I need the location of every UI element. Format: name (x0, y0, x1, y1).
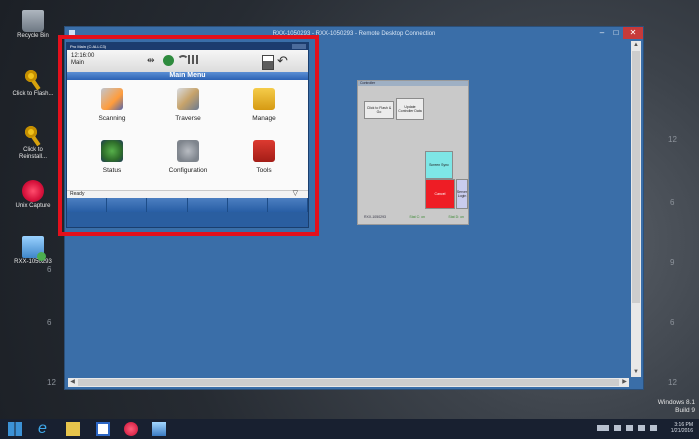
panel-title: Controller (358, 81, 468, 86)
office-icon[interactable] (96, 422, 110, 436)
system-tray-icons (597, 425, 657, 431)
panel-stat-d: Stat D: on (448, 215, 464, 219)
network-icon[interactable] (638, 425, 645, 431)
desktop-icon-label: Unix Capture (15, 203, 51, 209)
desktop-icon-recycle-bin[interactable]: Recycle Bin (12, 10, 54, 40)
key-icon (22, 124, 44, 146)
flag-icon[interactable] (626, 425, 633, 431)
desktop-icon-remote-pc[interactable]: RXX-1050293 (12, 236, 54, 266)
scroll-down-arrow-icon[interactable]: ▼ (631, 368, 641, 377)
keyboard-icon[interactable] (597, 425, 609, 431)
scroll-right-arrow-icon[interactable]: ▶ (620, 378, 629, 387)
dial-number: 6 (670, 318, 675, 327)
scroll-left-arrow-icon[interactable]: ◀ (68, 378, 77, 387)
key-icon (22, 68, 44, 90)
tray-date: 1/21/2016 (670, 428, 693, 434)
dial-number: 6 (47, 318, 52, 327)
desktop-icon-label: Click to Flash... (12, 91, 54, 97)
cancel-button[interactable]: Cancel (425, 179, 455, 209)
capture-app-icon[interactable] (124, 422, 138, 436)
capture-icon (22, 180, 44, 202)
close-button[interactable]: ✕ (623, 27, 643, 39)
remote-desktop-taskbar-icon[interactable] (152, 422, 166, 436)
os-watermark: Windows 8.1 Build 9 (658, 399, 695, 415)
horizontal-scroll-thumb[interactable] (78, 379, 619, 386)
dial-number: 9 (670, 258, 675, 267)
file-explorer-icon[interactable] (66, 422, 80, 436)
desktop-icon-label: Click to Reinstall... (18, 147, 47, 160)
watermark-line-1: Windows 8.1 (657, 399, 695, 406)
taskbar: e 3:16 PM 1/21/2016 (0, 419, 699, 439)
tray-clock[interactable]: 3:16 PM 1/21/2016 (671, 422, 693, 434)
remote-pc-icon (22, 236, 46, 261)
panel-stat-c: Stat C: on (409, 215, 425, 219)
controller-panel[interactable]: Controller Click to Flash & Go Update Co… (357, 80, 469, 225)
volume-icon[interactable] (650, 425, 657, 431)
panel-footer: RXX-1050293 Stat C: on Stat D: on (364, 215, 464, 219)
minimize-button[interactable]: – (595, 27, 609, 39)
desktop-icon-label: RXX-1050293 (14, 259, 52, 265)
internet-explorer-icon[interactable]: e (38, 421, 52, 437)
vertical-scroll-thumb[interactable] (632, 51, 640, 303)
panel-device-id: RXX-1050293 (364, 215, 386, 219)
desktop-icon-reinstall[interactable]: Click to Reinstall... (12, 124, 54, 161)
windows-start-icon[interactable] (8, 422, 22, 436)
desktop-icon-label: Recycle Bin (17, 33, 49, 39)
server-login-button[interactable]: Server Login (456, 179, 468, 209)
flash-button[interactable]: Click to Flash & Go (364, 101, 394, 119)
dial-number: 6 (670, 198, 675, 207)
dial-number: 6 (47, 265, 52, 274)
screen-sync-button[interactable]: Screen Sync (425, 151, 453, 179)
desktop-icon-flash[interactable]: Click to Flash... (12, 68, 54, 98)
recycle-bin-icon (22, 10, 44, 32)
red-highlight-box (58, 35, 319, 236)
scroll-up-arrow-icon[interactable]: ▲ (631, 41, 641, 50)
dial-number: 12 (668, 378, 677, 387)
dial-number: 12 (47, 378, 56, 387)
dial-number: 12 (668, 135, 677, 144)
chevron-up-icon[interactable] (614, 425, 621, 431)
update-data-button[interactable]: Update Controller Data (396, 98, 424, 120)
desktop-icon-capture[interactable]: Unix Capture (12, 180, 54, 210)
watermark-line-2: Build 9 (675, 407, 695, 414)
horizontal-scrollbar[interactable]: ◀ ▶ (68, 378, 629, 387)
vertical-scrollbar[interactable]: ▲ ▼ (631, 41, 641, 377)
maximize-button[interactable]: □ (609, 27, 623, 39)
